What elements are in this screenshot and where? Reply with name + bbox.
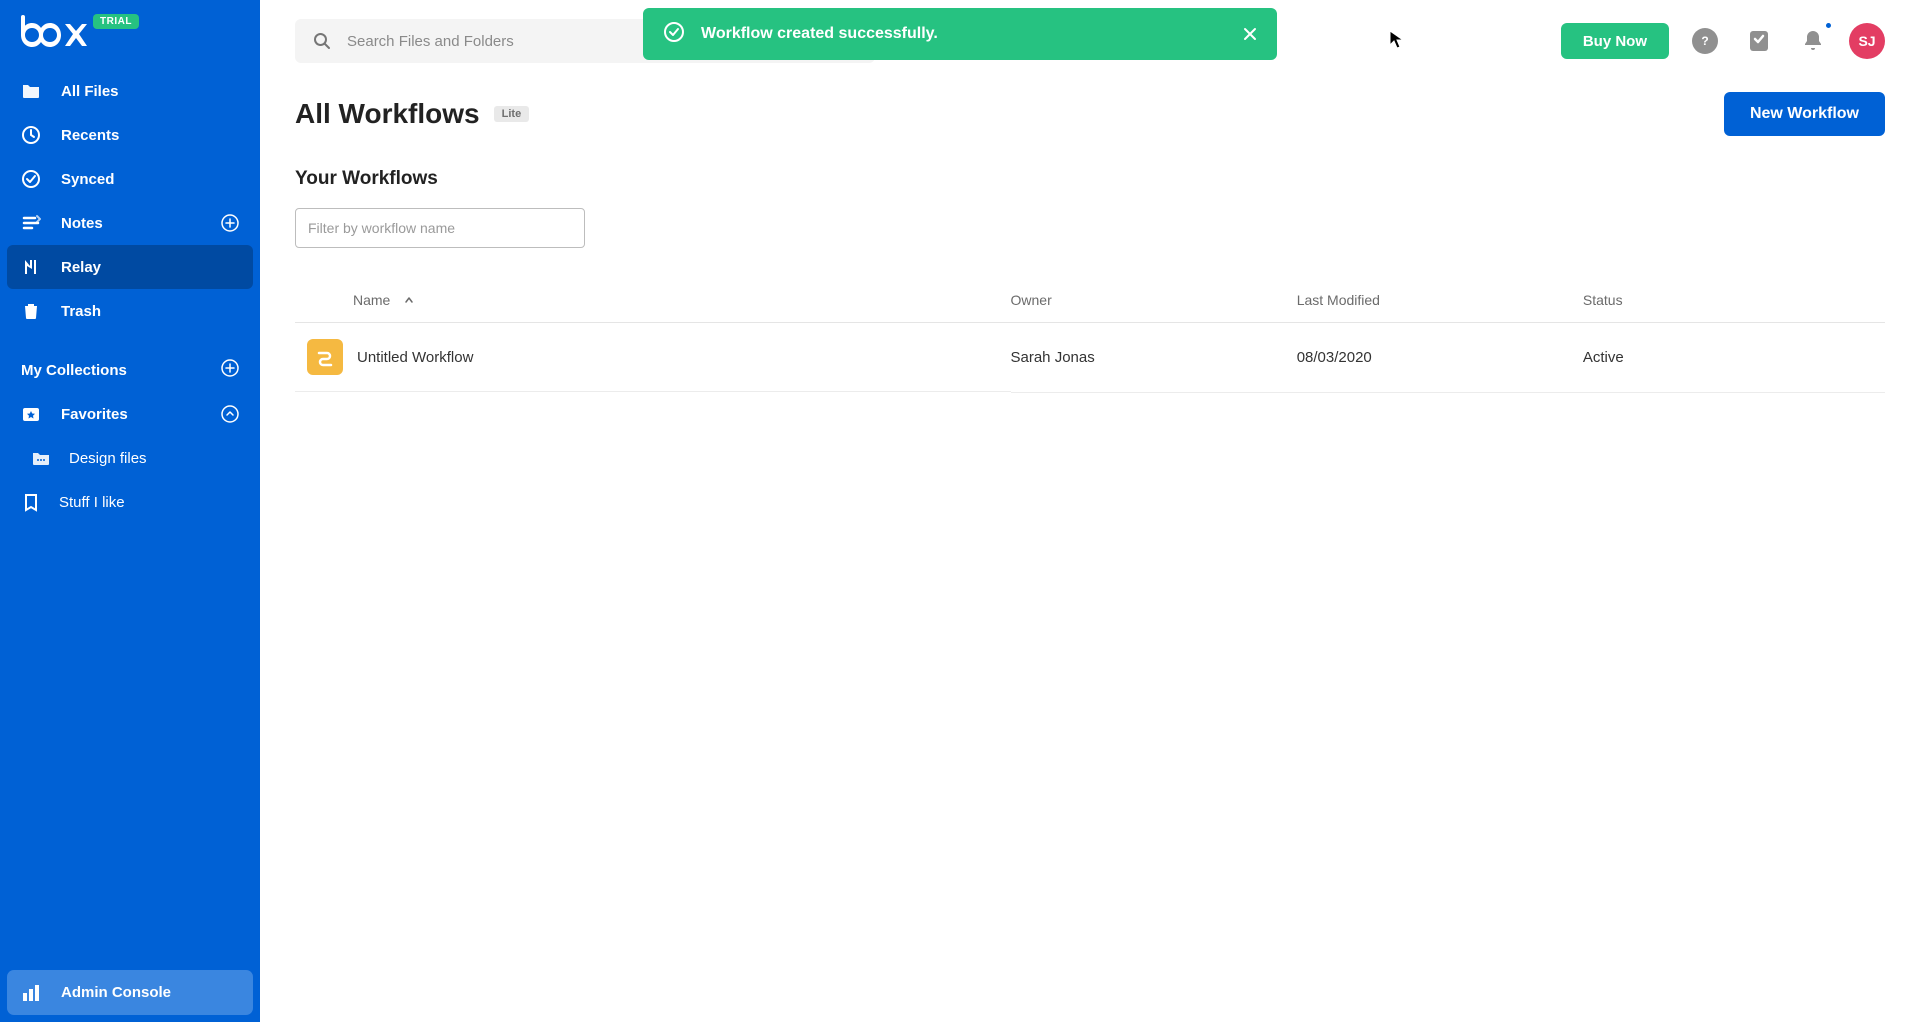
my-collections-header[interactable]: My Collections — [7, 348, 253, 392]
page-title-wrap: All Workflows Lite — [295, 98, 529, 130]
workflow-owner: Sarah Jonas — [1011, 323, 1297, 393]
trash-icon — [21, 301, 41, 321]
logo-wrap: TRIAL — [7, 13, 253, 69]
admin-console-button[interactable]: Admin Console — [7, 970, 253, 1015]
sidebar: TRIAL All Files Recents Synced Notes Rel… — [0, 0, 260, 1022]
favorite-item-design-files[interactable]: Design files — [7, 436, 253, 480]
column-status[interactable]: Status — [1583, 278, 1885, 323]
notes-icon — [21, 213, 41, 233]
add-collection-icon[interactable] — [221, 359, 239, 381]
sidebar-item-label: Favorites — [61, 406, 221, 423]
collapse-favorites-icon[interactable] — [221, 405, 239, 423]
bookmark-icon — [21, 492, 41, 512]
sidebar-item-notes[interactable]: Notes — [7, 201, 253, 245]
sidebar-item-label: Recents — [61, 127, 239, 144]
workflow-modified: 08/03/2020 — [1297, 323, 1583, 393]
column-owner[interactable]: Owner — [1011, 278, 1297, 323]
check-circle-icon — [663, 21, 685, 48]
sidebar-item-label: All Files — [61, 83, 239, 100]
tasks-icon[interactable] — [1741, 23, 1777, 59]
sidebar-item-recents[interactable]: Recents — [7, 113, 253, 157]
table-header-row: Name Owner Last Modified Status — [295, 278, 1885, 323]
sidebar-item-synced[interactable]: Synced — [7, 157, 253, 201]
box-logo[interactable] — [21, 13, 89, 51]
sidebar-item-favorites[interactable]: Favorites — [7, 392, 253, 436]
lite-badge: Lite — [494, 106, 530, 122]
folder-icon — [31, 448, 51, 468]
clock-icon — [21, 125, 41, 145]
sort-ascending-icon — [404, 292, 414, 308]
close-icon[interactable] — [1243, 27, 1257, 41]
relay-icon — [21, 257, 41, 277]
main-content: Buy Now ? SJ All Workflows Lite New Work… — [260, 0, 1920, 1022]
search-icon — [313, 32, 331, 50]
star-folder-icon — [21, 404, 41, 424]
favorite-item-label: Stuff I like — [59, 494, 125, 511]
add-note-icon[interactable] — [221, 214, 239, 232]
sidebar-item-label: Trash — [61, 303, 239, 320]
sidebar-item-trash[interactable]: Trash — [7, 289, 253, 333]
filter-input[interactable] — [295, 208, 585, 248]
help-icon[interactable]: ? — [1692, 28, 1718, 54]
trial-badge: TRIAL — [93, 14, 139, 29]
new-workflow-button[interactable]: New Workflow — [1724, 92, 1885, 136]
toast-message: Workflow created successfully. — [701, 25, 1227, 43]
check-circle-icon — [21, 169, 41, 189]
page-title: All Workflows — [295, 98, 480, 130]
workflow-name: Untitled Workflow — [357, 349, 473, 366]
sidebar-item-label: Relay — [61, 259, 239, 276]
svg-text:?: ? — [1701, 34, 1708, 48]
workflows-table: Name Owner Last Modified Status Untitled… — [295, 278, 1885, 393]
bar-chart-icon — [21, 983, 41, 1003]
favorite-item-label: Design files — [69, 450, 147, 467]
sidebar-item-label: Synced — [61, 171, 239, 188]
success-toast: Workflow created successfully. — [643, 8, 1277, 60]
favorite-item-stuff-i-like[interactable]: Stuff I like — [7, 480, 253, 524]
section-title: Your Workflows — [295, 168, 1885, 190]
search-input[interactable] — [347, 33, 557, 50]
column-modified[interactable]: Last Modified — [1297, 278, 1583, 323]
workflow-status: Active — [1583, 323, 1885, 393]
notification-dot-icon — [1825, 22, 1832, 29]
section-header-label: My Collections — [21, 362, 127, 379]
sidebar-item-all-files[interactable]: All Files — [7, 69, 253, 113]
admin-console-label: Admin Console — [61, 984, 171, 1001]
notifications-icon[interactable] — [1795, 23, 1831, 59]
page-header: All Workflows Lite New Workflow — [295, 92, 1885, 136]
sidebar-item-relay[interactable]: Relay — [7, 245, 253, 289]
workflow-icon — [307, 339, 343, 375]
table-row[interactable]: Untitled Workflow Sarah Jonas 08/03/2020… — [295, 323, 1885, 393]
folder-icon — [21, 81, 41, 101]
column-name[interactable]: Name — [295, 278, 1011, 323]
buy-now-button[interactable]: Buy Now — [1561, 23, 1669, 59]
user-avatar[interactable]: SJ — [1849, 23, 1885, 59]
sidebar-item-label: Notes — [61, 215, 221, 232]
